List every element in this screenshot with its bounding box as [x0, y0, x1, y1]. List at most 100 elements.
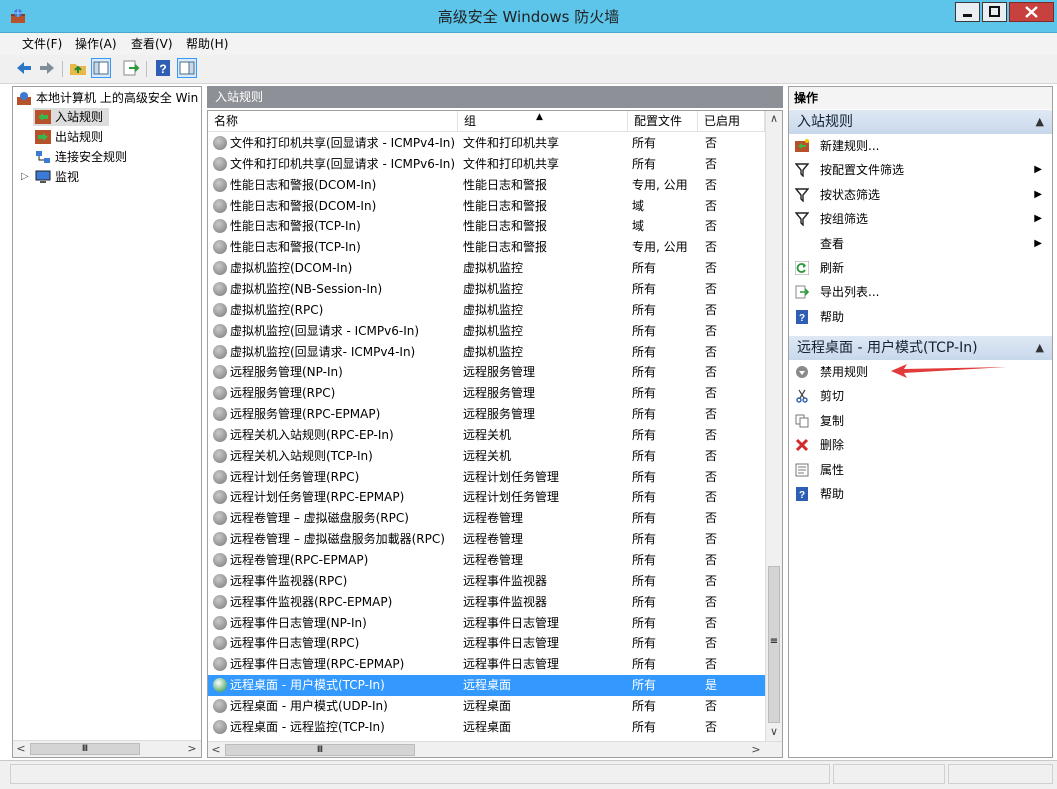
action-help[interactable]: ? 帮助 [789, 482, 1052, 506]
scroll-thumb[interactable]: Ⅲ [225, 744, 415, 756]
action-new-rule[interactable]: 新建规则... [789, 134, 1052, 158]
column-header-name[interactable]: 名称 [208, 111, 458, 132]
table-row[interactable]: 远程卷管理(RPC-EPMAP) 远程卷管理 所有 否 [208, 550, 765, 571]
action-export-list[interactable]: 导出列表... [789, 280, 1052, 304]
table-row[interactable]: 远程事件日志管理(RPC-EPMAP) 远程事件日志管理 所有 否 [208, 654, 765, 675]
show-hide-tree-icon [93, 61, 109, 75]
table-row[interactable]: 远程桌面 - 用户模式(TCP-In) 远程桌面 所有 是 [208, 675, 765, 697]
scroll-up-icon[interactable]: ∧ [766, 111, 782, 127]
action-label: 按组筛选 [820, 212, 869, 227]
cell-enabled: 否 [705, 323, 718, 338]
tree-horizontal-scrollbar[interactable]: < Ⅲ > [13, 740, 201, 757]
table-row[interactable]: 远程服务管理(RPC) 远程服务管理 所有 否 [208, 383, 765, 404]
tree-item-monitor[interactable]: ▷ 监视 [21, 168, 141, 186]
menu-help[interactable]: 帮助(H) [184, 33, 230, 55]
table-row[interactable]: 远程服务管理(RPC-EPMAP) 远程服务管理 所有 否 [208, 404, 765, 425]
action-refresh[interactable]: 刷新 [789, 256, 1052, 280]
close-button[interactable] [1009, 2, 1054, 22]
table-row[interactable]: 性能日志和警报(TCP-In) 性能日志和警报 专用, 公用 否 [208, 237, 765, 258]
table-row[interactable]: 远程计划任务管理(RPC-EPMAP) 远程计划任务管理 所有 否 [208, 487, 765, 508]
rules-horizontal-scrollbar[interactable]: < Ⅲ > [208, 741, 782, 757]
table-row[interactable]: 远程计划任务管理(RPC) 远程计划任务管理 所有 否 [208, 467, 765, 488]
tree-item-connection-security[interactable]: 连接安全规则 [33, 148, 163, 166]
rule-disabled-icon [213, 407, 227, 422]
scroll-down-icon[interactable]: ∨ [766, 724, 782, 740]
actions-section-inbound-rules[interactable]: 入站规则 ▲ [789, 110, 1052, 134]
collapse-icon[interactable]: ▲ [1036, 110, 1044, 134]
action-properties[interactable]: 属性 [789, 458, 1052, 482]
menu-view[interactable]: 查看(V) [129, 33, 175, 55]
action-cut[interactable]: 剪切 [789, 384, 1052, 408]
table-row[interactable]: 远程事件日志管理(RPC) 远程事件日志管理 所有 否 [208, 633, 765, 654]
table-row[interactable]: 虚拟机监控(回显请求- ICMPv4-In) 虚拟机监控 所有 否 [208, 342, 765, 363]
rule-disabled-icon [213, 198, 227, 213]
scroll-left-icon[interactable]: < [208, 742, 224, 757]
action-copy[interactable]: 复制 [789, 409, 1052, 433]
help-button[interactable]: ? [153, 58, 173, 78]
rule-disabled-icon [213, 719, 227, 734]
table-row[interactable]: 远程服务管理(NP-In) 远程服务管理 所有 否 [208, 362, 765, 383]
table-row[interactable]: 虚拟机监控(NB-Session-In) 虚拟机监控 所有 否 [208, 279, 765, 300]
action-filter[interactable]: 按状态筛选 ▶ [789, 183, 1052, 207]
export-list-button[interactable] [121, 58, 141, 78]
tree-root[interactable]: 本地计算机 上的高级安全 Win [16, 89, 201, 107]
rule-disabled-icon [213, 177, 227, 192]
table-row[interactable]: 虚拟机监控(RPC) 虚拟机监控 所有 否 [208, 300, 765, 321]
collapse-icon[interactable]: ▲ [1036, 336, 1044, 360]
action-filter[interactable]: 按配置文件筛选 ▶ [789, 158, 1052, 182]
back-button[interactable] [14, 58, 34, 78]
cell-name: 远程桌面 - 远程监控(TCP-In) [230, 719, 385, 734]
inbound-rules-header: 入站规则 [207, 86, 783, 108]
table-row[interactable]: 远程事件监视器(RPC-EPMAP) 远程事件监视器 所有 否 [208, 592, 765, 613]
column-header-group[interactable]: 组 ▲ [458, 111, 628, 132]
table-row[interactable]: 文件和打印机共享(回显请求 - ICMPv4-In) 文件和打印机共享 所有 否 [208, 133, 765, 154]
menu-file[interactable]: 文件(F) [20, 33, 64, 55]
action-view-menu[interactable]: 查看 ▶ [789, 232, 1052, 256]
up-one-level-button[interactable] [68, 58, 88, 78]
rule-disabled-icon [213, 219, 227, 234]
minimize-button[interactable] [955, 2, 980, 22]
action-label: 按配置文件筛选 [820, 163, 905, 178]
cell-enabled: 否 [705, 386, 718, 401]
cell-enabled: 否 [705, 261, 718, 276]
scroll-right-icon[interactable]: > [184, 741, 200, 757]
title-bar: 高级安全 Windows 防火墙 [0, 0, 1057, 33]
scroll-left-icon[interactable]: < [13, 741, 29, 757]
submenu-arrow-icon: ▶ [1034, 188, 1042, 200]
column-header-profile[interactable]: 配置文件 [628, 111, 698, 132]
column-header-enabled[interactable]: 已启用 [698, 111, 765, 132]
table-row[interactable]: 远程事件监视器(RPC) 远程事件监视器 所有 否 [208, 571, 765, 592]
maximize-button[interactable] [982, 2, 1007, 22]
menu-action[interactable]: 操作(A) [73, 33, 119, 55]
tree-item-outbound-rules[interactable]: 出站规则 [33, 128, 153, 146]
scroll-thumb[interactable]: Ⅲ [30, 743, 140, 755]
action-label: 帮助 [820, 487, 845, 501]
table-row[interactable]: 虚拟机监控(DCOM-In) 虚拟机监控 所有 否 [208, 258, 765, 279]
table-row[interactable]: 性能日志和警报(DCOM-In) 性能日志和警报 域 否 [208, 196, 765, 217]
actions-section-selected-rule[interactable]: 远程桌面 - 用户模式(TCP-In) ▲ [789, 336, 1052, 360]
expand-icon[interactable]: ▷ [21, 168, 29, 186]
scroll-thumb[interactable]: ≡ [768, 566, 780, 723]
table-row[interactable]: 远程桌面 - 用户模式(UDP-In) 远程桌面 所有 否 [208, 696, 765, 717]
table-row[interactable]: 远程卷管理 – 虚拟磁盘服务加載器(RPC) 远程卷管理 所有 否 [208, 529, 765, 550]
rules-vertical-scrollbar[interactable]: ∧ ≡ ∨ [765, 111, 782, 741]
table-row[interactable]: 虚拟机监控(回显请求 - ICMPv6-In) 虚拟机监控 所有 否 [208, 321, 765, 342]
table-row[interactable]: 远程卷管理 – 虚拟磁盘服务(RPC) 远程卷管理 所有 否 [208, 508, 765, 529]
action-filter[interactable]: 按组筛选 ▶ [789, 207, 1052, 231]
table-row[interactable]: 性能日志和警报(DCOM-In) 性能日志和警报 专用, 公用 否 [208, 175, 765, 196]
action-help[interactable]: ? 帮助 [789, 305, 1052, 329]
table-row[interactable]: 远程事件日志管理(NP-In) 远程事件日志管理 所有 否 [208, 613, 765, 634]
tree-item-inbound-rules[interactable]: 入站规则 [33, 108, 109, 126]
table-row[interactable]: 远程关机入站规则(RPC-EP-In) 远程关机 所有 否 [208, 425, 765, 446]
table-row[interactable]: 性能日志和警报(TCP-In) 性能日志和警报 域 否 [208, 216, 765, 237]
table-row[interactable]: 文件和打印机共享(回显请求 - ICMPv6-In) 文件和打印机共享 所有 否 [208, 154, 765, 175]
show-hide-action-pane-button[interactable] [177, 58, 197, 78]
show-hide-tree-button[interactable] [91, 58, 111, 78]
table-row[interactable]: 远程桌面 - 远程监控(TCP-In) 远程桌面 所有 否 [208, 717, 765, 738]
scroll-right-icon[interactable]: > [748, 742, 764, 757]
action-label: 属性 [820, 462, 845, 477]
forward-button[interactable] [37, 58, 57, 78]
table-row[interactable]: 远程关机入站规则(TCP-In) 远程关机 所有 否 [208, 446, 765, 467]
action-label: 帮助 [820, 309, 845, 324]
action-delete[interactable]: 删除 [789, 433, 1052, 457]
